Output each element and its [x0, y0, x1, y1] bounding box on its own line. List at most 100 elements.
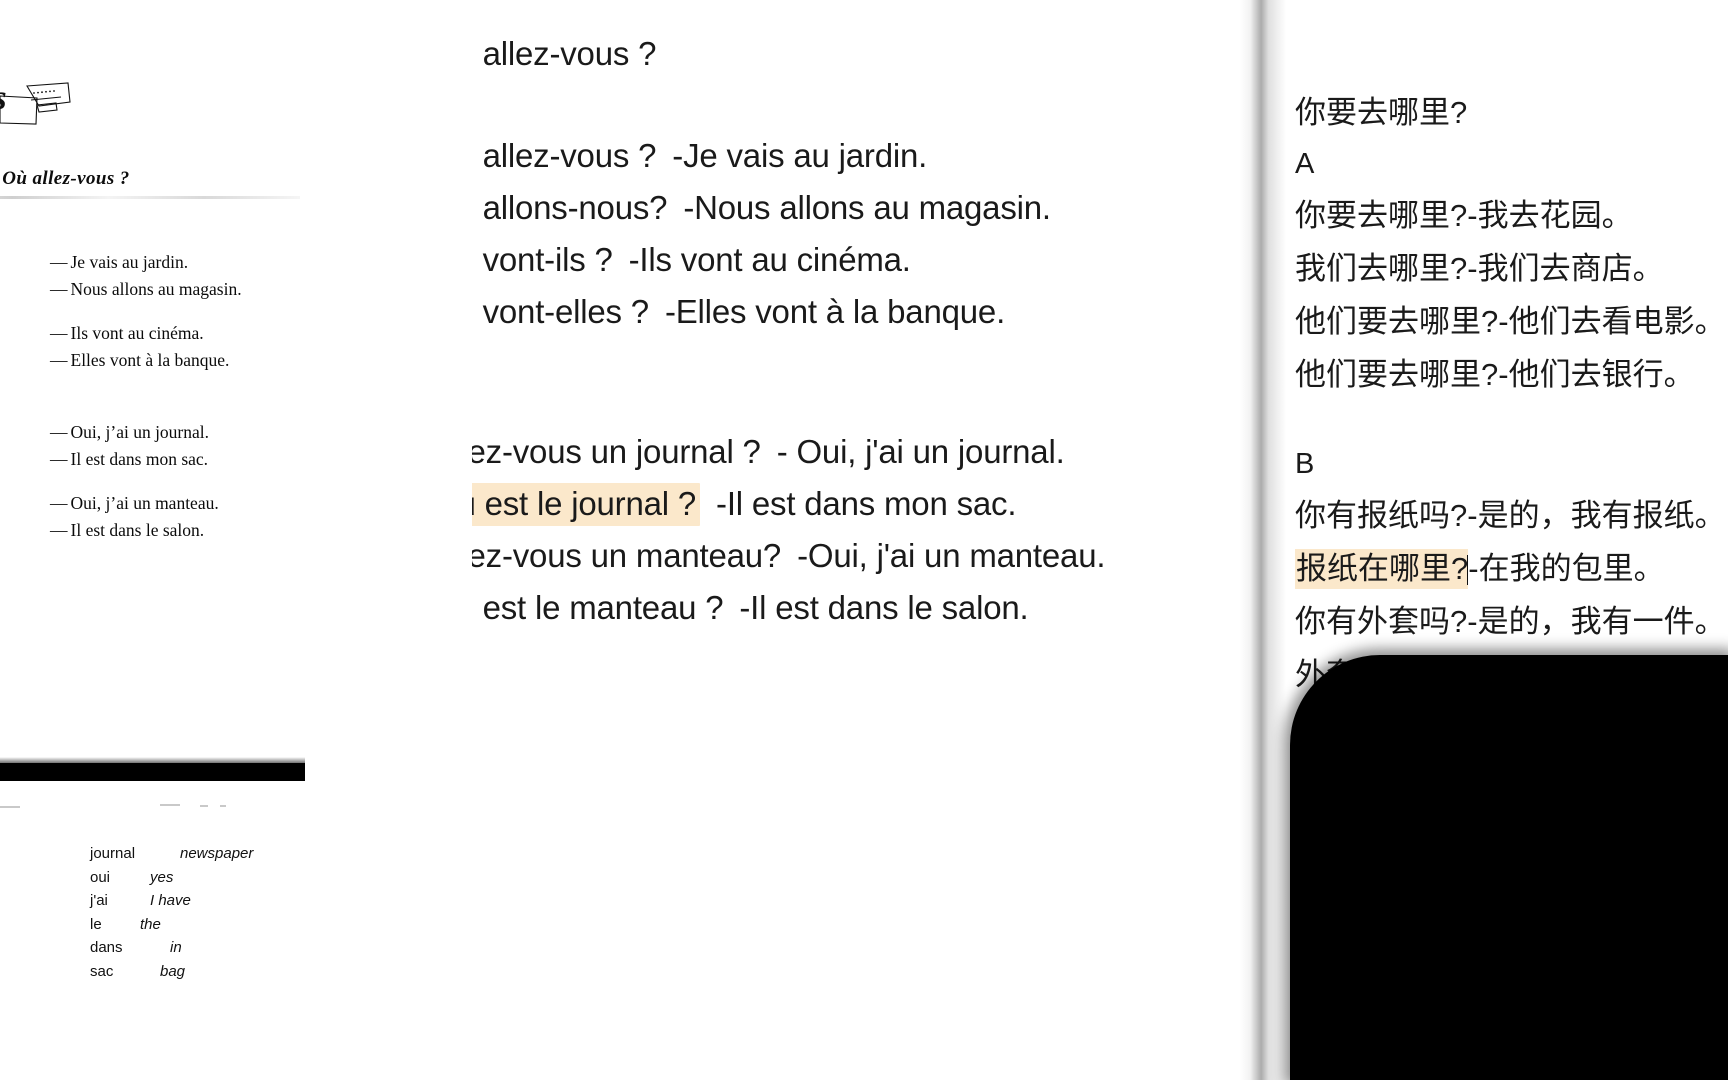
ocr-line: Où allons-nous? -Nous allons au magasin. — [472, 182, 1247, 234]
zh-line-highlighted: 报纸在哪里?-在我的包里。 — [1295, 542, 1728, 595]
scan-answer: — Oui, j’ai un manteau. — [50, 493, 219, 514]
ocr-question: Où vont-elles ? — [472, 293, 649, 330]
vocab-english: bag — [160, 962, 186, 980]
zh-line: 他们要去哪里?-他们去银行。 — [1295, 357, 1695, 392]
ocr-french-panel[interactable]: Où allez-vous ? A Où allez-vous ? -Je vai… — [472, 0, 1247, 1080]
vocab-english: yes — [150, 868, 174, 886]
scan-dialog-row: allez-vous ? —Je vais au jardin. — [0, 252, 300, 279]
scan-dialog-row: allons-nous ? —Nous allons au magasin. — [0, 279, 300, 323]
em-dash: — — [50, 350, 67, 370]
vocab-french: le — [90, 915, 102, 933]
vocab-english: in — [170, 939, 182, 956]
scan-answer-text: Oui, j’ai un journal. — [70, 422, 210, 442]
scan-page-title: Où allez-vous ? — [2, 168, 130, 189]
vocab-french: journal — [90, 845, 136, 862]
ocr-line: Où vont-elles ? -Elles vont à la banque. — [472, 286, 1247, 338]
ocr-line: Où vont-ils ? -Ils vont au cinéma. — [472, 234, 1247, 286]
scan-answer-text: Oui, j’ai un manteau. — [70, 493, 219, 513]
scan-answer: — Je vais au jardin. — [50, 252, 188, 273]
zh-heading: 你要去哪里? — [1295, 95, 1468, 130]
zh-text-block[interactable]: 你要去哪里? A 你要去哪里?-我去花园。 我们去哪里?-我们去商店。 他们要去… — [1295, 86, 1728, 701]
vocab-row: to go oui yes — [0, 869, 300, 893]
stack-of-papers-doodle — [0, 82, 71, 125]
ocr-text-block[interactable]: Où allez-vous ? A Où allez-vous ? -Je vai… — [472, 28, 1247, 634]
vocab-french: j'ai — [90, 892, 108, 909]
scan-dialog-row: ez-vous un manteau ? —Oui, j’ai un mante… — [0, 493, 300, 520]
zh-line: 他们要去哪里?-他们去看电影。 — [1295, 304, 1726, 339]
zh-section-gap — [1295, 401, 1728, 439]
ocr-answer: -Oui, j'ai un manteau. — [797, 537, 1106, 574]
ocr-section-b-label: B — [472, 376, 1247, 426]
zh-section-a-label: A — [1295, 148, 1315, 180]
em-dash: — — [50, 422, 67, 442]
vocab-french: oui — [90, 868, 111, 886]
scan-dialog-block: allez-vous ? —Je vais au jardin. allons-… — [0, 252, 300, 547]
vocab-english: I have — [150, 892, 191, 909]
ocr-answer: - Oui, j'ai un journal. — [776, 433, 1065, 470]
scan-smudge-artifact — [0, 804, 226, 808]
em-dash: — — [50, 279, 67, 299]
em-dash: — — [50, 520, 67, 540]
ocr-question: Où est le manteau ? — [472, 589, 724, 626]
zh-highlight-label: 报纸在哪里? — [1296, 551, 1469, 586]
ocr-answer: -Je vais au jardin. — [672, 137, 928, 174]
scan-rule-divider — [0, 196, 300, 199]
ocr-answer: -Il est dans le salon. — [739, 589, 1029, 626]
em-dash: — — [50, 323, 67, 343]
vocab-english: the — [140, 915, 161, 933]
vocab-row: where journal newspaper — [0, 845, 300, 869]
em-dash: — — [50, 493, 67, 513]
ocr-question: Où vont-ils ? — [472, 241, 613, 278]
zh-line: 你有外套吗?-是的，我有一件。 — [1295, 604, 1726, 639]
vocab-row: to sac bag — [0, 963, 300, 987]
ocr-section-a-label: A — [472, 80, 1247, 130]
scan-answer-text: Je vais au jardin. — [70, 252, 189, 272]
scan-dialog-row: est le manteau ? —Il est dans le salon. — [0, 520, 300, 547]
black-overlay-region — [1290, 655, 1728, 1080]
scan-edge-black-band — [0, 757, 305, 781]
zh-line: 我们去哪里?-我们去商店。 — [1295, 251, 1664, 286]
vocab-french: sac — [90, 962, 114, 980]
scan-dialog-row: vont-elles ? —Elles vont à la banque. — [0, 350, 300, 422]
ocr-heading: Où allez-vous ? — [472, 35, 657, 72]
scan-answer-text: Nous allons au magasin. — [70, 279, 242, 299]
ocr-answer: -Ils vont au cinéma. — [628, 241, 911, 278]
ocr-line: Où allez-vous ? -Je vais au jardin. — [472, 130, 1247, 182]
ocr-answer: -Il est dans mon sac. — [716, 485, 1017, 522]
scan-dialog-row: vont-ils ? —Ils vont au cinéma. — [0, 323, 300, 350]
ocr-question: Avez-vous un manteau? — [472, 537, 782, 574]
ocr-question-highlighted[interactable]: Où est le journal ? — [472, 483, 701, 526]
vocab-row: n garden le the — [0, 916, 300, 940]
ocr-answer: -Nous allons au magasin. — [683, 189, 1051, 226]
ocr-line: Où est le manteau ? -Il est dans le salon… — [472, 582, 1247, 634]
zh-line: 你要去哪里?-我去花园。 — [1295, 198, 1633, 233]
scan-answer: — Il est dans mon sac. — [50, 449, 208, 470]
ocr-section-gap — [472, 338, 1247, 376]
ocr-line: Où est le journal ? -Il est dans mon sac. — [472, 478, 1247, 530]
em-dash: — — [50, 252, 67, 272]
vocab-row: à + le j'ai I have — [0, 892, 300, 916]
ocr-question: Où allez-vous ? — [472, 137, 657, 174]
scan-answer: — Oui, j’ai un journal. — [50, 422, 209, 443]
zh-line-rest: -在我的包里。 — [1468, 551, 1665, 586]
scan-dialog-row: est le journal ? —Il est dans mon sac. — [0, 449, 300, 493]
vocabulary-columns: where journal newspaper to go oui yes à … — [0, 845, 300, 986]
zh-section-b-label: B — [1295, 448, 1315, 480]
ocr-question: Où allons-nous? — [472, 189, 668, 226]
scan-answer: — Il est dans le salon. — [50, 520, 204, 541]
ocr-line: Avez-vous un journal ? - Oui, j'ai un jou… — [472, 426, 1247, 478]
scan-answer: — Elles vont à la banque. — [50, 350, 229, 371]
scanned-textbook-panel: s Où allez-vous ? allez-vous ? —Je vais … — [0, 0, 472, 1080]
zh-line: 你有报纸吗?-是的，我有报纸。 — [1295, 498, 1726, 533]
scan-answer: — Nous allons au magasin. — [50, 279, 242, 300]
scan-dialog-row: ez-vous un journal ? —Oui, j’ai un journ… — [0, 422, 300, 449]
scan-answer-text: Il est dans le salon. — [70, 520, 205, 540]
em-dash: — — [50, 449, 67, 469]
zh-highlighted-text[interactable]: 报纸在哪里? — [1295, 549, 1469, 589]
vocab-row: asin shop dans in — [0, 939, 300, 963]
vocab-french: dans — [90, 939, 123, 956]
scan-answer: — Ils vont au cinéma. — [50, 323, 204, 344]
vocab-english: newspaper — [180, 845, 254, 862]
scan-answer-text: Elles vont à la banque. — [70, 350, 230, 370]
ocr-answer: -Elles vont à la banque. — [664, 293, 1006, 330]
